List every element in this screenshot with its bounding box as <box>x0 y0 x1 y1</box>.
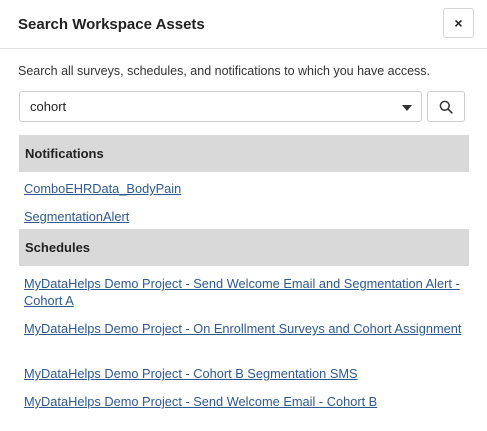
search-workspace-assets-dialog: Search Workspace Assets × Search all sur… <box>0 0 487 431</box>
search-input[interactable]: cohort <box>30 99 66 114</box>
close-button[interactable]: × <box>443 8 474 38</box>
schedule-link[interactable]: MyDataHelps Demo Project - On Enrollment… <box>24 320 469 337</box>
section-header-notifications: Notifications <box>19 135 469 172</box>
search-icon <box>439 100 453 114</box>
dialog-title: Search Workspace Assets <box>18 15 205 33</box>
notification-link[interactable]: ComboEHRData_BodyPain <box>24 180 469 197</box>
search-button[interactable] <box>427 91 465 122</box>
schedule-link[interactable]: MyDataHelps Demo Project - Send Welcome … <box>24 393 469 410</box>
close-icon: × <box>454 15 463 31</box>
section-header-schedules: Schedules <box>19 229 469 266</box>
notification-link[interactable]: SegmentationAlert <box>24 208 469 225</box>
dialog-header: Search Workspace Assets × <box>0 0 487 49</box>
schedule-link[interactable]: MyDataHelps Demo Project - Send Welcome … <box>24 275 469 309</box>
search-combobox[interactable]: cohort <box>19 91 422 122</box>
dialog-description: Search all surveys, schedules, and notif… <box>18 64 431 78</box>
chevron-down-icon[interactable] <box>402 105 412 111</box>
schedule-link[interactable]: MyDataHelps Demo Project - Cohort B Segm… <box>24 365 469 382</box>
